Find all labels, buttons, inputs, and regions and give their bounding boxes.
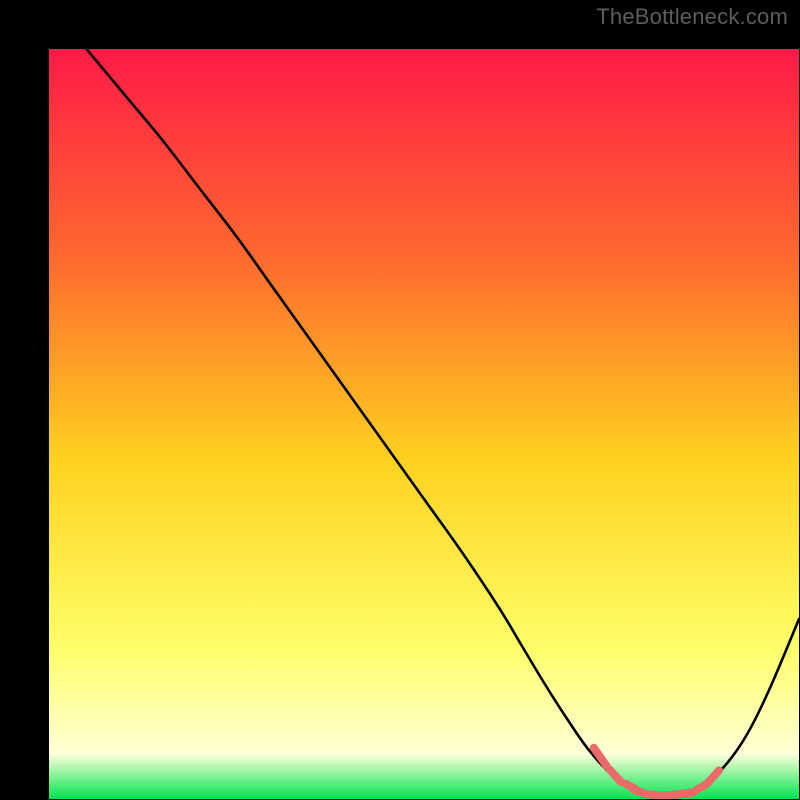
optimal-marker: [697, 784, 706, 789]
bottleneck-plot: [49, 49, 799, 799]
optimal-marker: [676, 792, 694, 795]
optimal-marker: [645, 794, 664, 796]
gradient-background: [49, 49, 799, 799]
watermark-text: TheBottleneck.com: [596, 4, 788, 30]
plot-frame: [24, 24, 776, 776]
